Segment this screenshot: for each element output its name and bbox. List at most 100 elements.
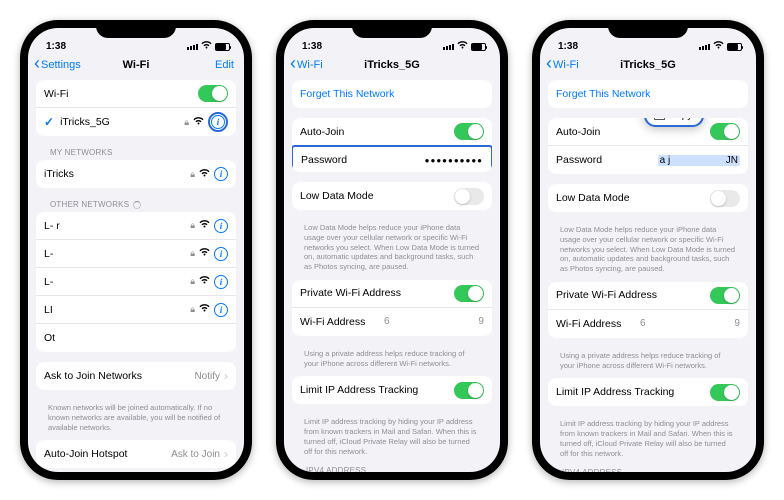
password-row[interactable]: Password a j JN — [548, 146, 748, 174]
other-network-row[interactable]: LI 🔒︎i — [36, 296, 236, 324]
limit-ip-footer: Limit IP address tracking by hiding your… — [292, 414, 492, 464]
notch — [352, 20, 432, 38]
info-icon[interactable]: i — [214, 275, 228, 289]
auto-join-toggle[interactable] — [454, 123, 484, 140]
phone-2: 1:38 Wi-Fi iTricks_5G Forget This Networ… — [276, 20, 508, 480]
ask-to-join-footer: Known networks will be joined automatica… — [36, 400, 236, 440]
cellular-signal-icon — [443, 44, 454, 50]
battery-icon — [471, 43, 486, 51]
cellular-signal-icon — [187, 44, 198, 50]
back-button[interactable]: Settings — [34, 58, 81, 72]
lock-icon: 🔒︎ — [184, 117, 189, 128]
ipv4-header: IPV4 ADDRESS — [548, 466, 748, 472]
wifi-signal-icon — [193, 117, 204, 128]
back-label: Wi-Fi — [297, 59, 323, 71]
password-revealed: a j JN — [658, 155, 740, 166]
connected-network-row[interactable]: ✓ iTricks_5G 🔒︎ i — [36, 108, 236, 136]
wifi-signal-icon — [199, 169, 210, 180]
my-networks-header: MY NETWORKS — [36, 146, 236, 160]
low-data-mode-row[interactable]: Low Data Mode — [292, 182, 492, 210]
info-icon[interactable]: i — [214, 167, 228, 181]
copy-label: Copy — [669, 118, 692, 121]
lock-icon: 🔒︎ — [190, 220, 195, 231]
lock-icon: 🔒︎ — [190, 248, 195, 259]
battery-icon — [727, 43, 742, 51]
copy-popover[interactable]: Copy — [644, 118, 704, 127]
ask-to-join-row[interactable]: Ask to Join Networks Notify› — [36, 362, 236, 390]
spinner-icon — [133, 201, 141, 209]
wifi-address-row: Wi-Fi Address 6 9 — [548, 310, 748, 338]
wifi-signal-icon — [199, 248, 210, 259]
lock-icon: 🔒︎ — [190, 169, 195, 180]
other-network-row[interactable]: L- r 🔒︎i — [36, 212, 236, 240]
ipv4-header: IPV4 ADDRESS — [292, 464, 492, 472]
wifi-address-row: Wi-Fi Address 6 9 — [292, 308, 492, 336]
screen-network-detail-copy: 1:38 Wi-Fi iTricks_5G Forget This Networ… — [540, 28, 756, 472]
low-data-footer: Low Data Mode helps reduce your iPhone d… — [292, 220, 492, 280]
back-button[interactable]: Wi-Fi — [290, 58, 323, 72]
saved-network-row[interactable]: iTricks 🔒︎ i — [36, 160, 236, 188]
status-time: 1:38 — [558, 41, 578, 52]
other-networks-header: OTHER NETWORKS — [36, 198, 236, 212]
wifi-signal-icon — [199, 220, 210, 231]
auto-join-toggle[interactable] — [710, 123, 740, 140]
private-address-toggle[interactable] — [454, 285, 484, 302]
nav-bar: Settings Wi-Fi Edit — [28, 54, 244, 80]
chevron-right-icon: › — [224, 447, 228, 461]
wifi-signal-icon — [199, 304, 210, 315]
private-address-toggle[interactable] — [710, 287, 740, 304]
screen-wifi-list: 1:38 Settings Wi-Fi Edit Wi-Fi — [28, 28, 244, 472]
other-network-row[interactable]: L- 🔒︎i — [36, 240, 236, 268]
info-icon[interactable]: i — [214, 219, 228, 233]
connected-network-name: iTricks_5G — [60, 116, 110, 128]
back-button[interactable]: Wi-Fi — [546, 58, 579, 72]
lock-icon: 🔒︎ — [190, 304, 195, 315]
limit-ip-footer: Limit IP address tracking by hiding your… — [548, 416, 748, 466]
auto-join-row[interactable]: Auto-Join — [292, 118, 492, 146]
limit-ip-toggle[interactable] — [454, 382, 484, 399]
status-indicators — [699, 41, 742, 52]
info-icon[interactable]: i — [211, 115, 225, 129]
low-data-toggle[interactable] — [454, 188, 484, 205]
wifi-address-value: 6 9 — [384, 316, 484, 327]
chevron-right-icon: › — [224, 369, 228, 383]
private-wifi-address-row[interactable]: Private Wi-Fi Address — [292, 280, 492, 308]
copy-icon — [656, 118, 665, 120]
limit-ip-tracking-row[interactable]: Limit IP Address Tracking — [548, 378, 748, 406]
nav-bar: Wi-Fi iTricks_5G — [284, 54, 500, 80]
password-row[interactable]: Password ●●●●●●●●●● — [292, 145, 492, 172]
wifi-status-icon — [457, 41, 468, 52]
chevron-left-icon — [290, 58, 296, 72]
nav-bar: Wi-Fi iTricks_5G — [540, 54, 756, 80]
saved-network-name: iTricks — [44, 168, 74, 180]
wifi-master-toggle[interactable] — [198, 85, 228, 102]
low-data-mode-row[interactable]: Low Data Mode — [548, 184, 748, 212]
limit-ip-toggle[interactable] — [710, 384, 740, 401]
wifi-status-icon — [713, 41, 724, 52]
password-masked: ●●●●●●●●●● — [425, 156, 483, 165]
chevron-left-icon — [546, 58, 552, 72]
auto-join-hotspot-row[interactable]: Auto-Join Hotspot Ask to Join› — [36, 440, 236, 468]
back-label: Wi-Fi — [553, 59, 579, 71]
wifi-master-toggle-row[interactable]: Wi-Fi — [36, 80, 236, 108]
back-label: Settings — [41, 59, 81, 71]
low-data-toggle[interactable] — [710, 190, 740, 207]
status-time: 1:38 — [302, 41, 322, 52]
other-network-row[interactable]: Ot — [36, 324, 236, 352]
notch — [96, 20, 176, 38]
screen-network-detail: 1:38 Wi-Fi iTricks_5G Forget This Networ… — [284, 28, 500, 472]
other-network-row[interactable]: L- 🔒︎i — [36, 268, 236, 296]
wifi-status-icon — [201, 41, 212, 52]
forget-network-button[interactable]: Forget This Network — [292, 80, 492, 108]
info-icon[interactable]: i — [214, 247, 228, 261]
private-wifi-address-row[interactable]: Private Wi-Fi Address — [548, 282, 748, 310]
phone-1: 1:38 Settings Wi-Fi Edit Wi-Fi — [20, 20, 252, 480]
wifi-address-value: 6 9 — [640, 318, 740, 329]
phone-3: 1:38 Wi-Fi iTricks_5G Forget This Networ… — [532, 20, 764, 480]
limit-ip-tracking-row[interactable]: Limit IP Address Tracking — [292, 376, 492, 404]
info-button-highlight: i — [208, 112, 228, 132]
cellular-signal-icon — [699, 44, 710, 50]
edit-button[interactable]: Edit — [215, 59, 234, 71]
info-icon[interactable]: i — [214, 303, 228, 317]
forget-network-button[interactable]: Forget This Network — [548, 80, 748, 108]
